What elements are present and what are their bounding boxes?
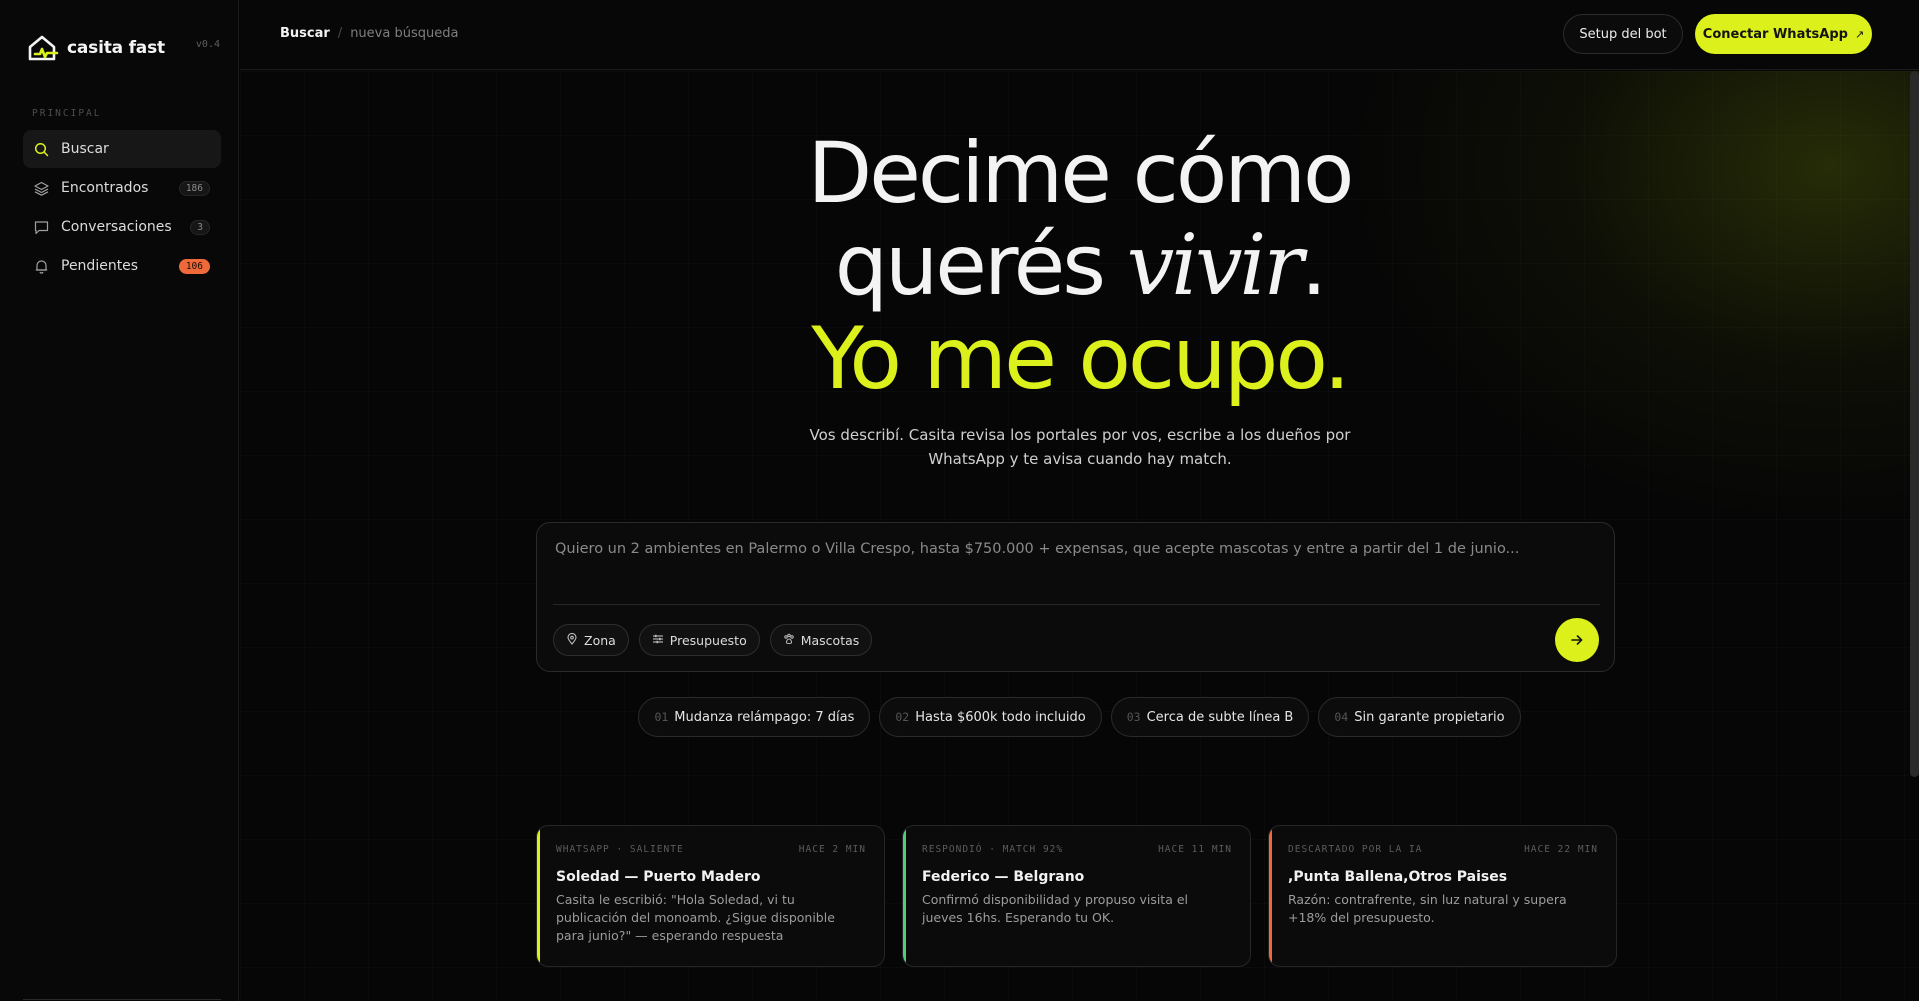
search-input[interactable]: Quiero un 2 ambientes en Palermo o Villa… [555, 541, 1595, 557]
card-meta: RESPONDIÓ · MATCH 92% HACE 11 MIN [922, 844, 1232, 855]
hero-period: . [1300, 216, 1328, 314]
search-composer: Quiero un 2 ambientes en Palermo o Villa… [536, 522, 1615, 672]
alert-count-badge: 106 [178, 258, 210, 274]
paw-icon [783, 633, 795, 648]
hero-italic-word: vivir [1126, 216, 1304, 314]
count-badge: 3 [190, 219, 210, 235]
chip-mascotas[interactable]: Mascotas [769, 624, 873, 656]
filter-chips: Zona Presupuesto Mascotas [553, 624, 873, 656]
sidebar-item-label: Pendientes [61, 258, 139, 274]
card-title: Federico — Belgrano [922, 869, 1085, 885]
sidebar-item-label: Conversaciones [61, 219, 172, 235]
sidebar-item-encontrados[interactable]: Encontrados 186 [23, 169, 221, 207]
suggestion-label: Hasta $600k todo incluido [915, 709, 1086, 725]
topbar: Buscar / nueva búsqueda Setup del bot Co… [240, 0, 1919, 70]
card-text: Casita le escribió: "Hola Soledad, vi tu… [556, 892, 835, 943]
suggestion-chip[interactable]: 01 Mudanza relámpago: 7 días [638, 697, 871, 737]
external-arrow-icon: ↗ [1854, 27, 1865, 41]
card-title: Soledad — Puerto Madero [556, 869, 761, 885]
suggestion-number: 03 [1126, 710, 1141, 724]
suggestion-chip[interactable]: 03 Cerca de subte línea B [1110, 697, 1310, 737]
breadcrumb-current[interactable]: Buscar [280, 26, 330, 41]
status-bar [903, 826, 906, 966]
hero-line-2-text: querés [834, 216, 1127, 314]
suggestion-chip[interactable]: 04 Sin garante propietario [1318, 697, 1521, 737]
activity-card[interactable]: WHATSAPP · SALIENTE HACE 2 MIN Soledad —… [536, 825, 885, 967]
chip-label: Mascotas [800, 632, 860, 648]
breadcrumb-separator: / [337, 26, 343, 41]
chat-icon [34, 220, 49, 235]
status-bar [537, 826, 540, 966]
suggestion-label: Mudanza relámpago: 7 días [674, 709, 855, 725]
suggestion-label: Sin garante propietario [1354, 709, 1505, 725]
chip-label: Presupuesto [669, 632, 747, 648]
house-logo-icon [28, 35, 59, 61]
activity-card[interactable]: RESPONDIÓ · MATCH 92% HACE 11 MIN Federi… [902, 825, 1251, 967]
activity-cards: WHATSAPP · SALIENTE HACE 2 MIN Soledad —… [536, 825, 1617, 967]
hero-line-2: querés vivir. [240, 219, 1919, 311]
suggestion-list: 01 Mudanza relámpago: 7 días 02 Hasta $6… [240, 697, 1919, 737]
sidebar-item-conversaciones[interactable]: Conversaciones 3 [23, 208, 221, 246]
sidebar: casita fast v0.4 PRINCIPAL Buscar Encont… [0, 0, 239, 1001]
connect-whatsapp-button[interactable]: Conectar WhatsApp ↗ [1695, 14, 1872, 54]
card-title: ,Punta Ballena,Otros Paises [1288, 869, 1508, 885]
pin-icon [566, 632, 578, 648]
hero-subtitle: Vos describí. Casita revisa los portales… [809, 426, 1351, 468]
card-time: HACE 22 MIN [1524, 844, 1598, 855]
card-status: WHATSAPP · SALIENTE [556, 844, 684, 855]
send-button[interactable] [1555, 618, 1599, 662]
hero-line-accent: Yo me ocupo. [811, 309, 1351, 409]
setup-bot-button[interactable]: Setup del bot [1563, 14, 1683, 54]
card-text: Confirmó disponibilidad y propuso visita… [922, 892, 1189, 925]
card-meta: DESCARTADO POR LA IA HACE 22 MIN [1288, 844, 1598, 855]
activity-card[interactable]: DESCARTADO POR LA IA HACE 22 MIN ,Punta … [1268, 825, 1617, 967]
arrow-right-icon [1571, 635, 1583, 645]
hero-line-1: Decime cómo [807, 124, 1355, 222]
sidebar-item-buscar[interactable]: Buscar [23, 130, 221, 168]
main-content: Decime cómo querés vivir. Yo me ocupo. V… [240, 71, 1919, 1001]
card-time: HACE 11 MIN [1158, 844, 1232, 855]
bell-icon [34, 259, 49, 274]
hero-heading: Decime cómo querés vivir. Yo me ocupo. [240, 127, 1919, 407]
version-label: v0.4 [195, 39, 220, 50]
suggestion-number: 01 [654, 710, 669, 724]
sidebar-item-label: Encontrados [61, 180, 149, 196]
status-bar [1269, 826, 1272, 966]
section-label: PRINCIPAL [32, 108, 102, 119]
layers-icon [34, 181, 49, 196]
brand-name: casita fast [67, 38, 165, 58]
card-time: HACE 2 MIN [798, 844, 866, 855]
chip-presupuesto[interactable]: Presupuesto [638, 624, 760, 656]
breadcrumb-sub: nueva búsqueda [350, 26, 459, 41]
brand[interactable]: casita fast [27, 33, 165, 63]
suggestion-number: 02 [895, 710, 910, 724]
sliders-icon [652, 633, 664, 648]
suggestion-number: 04 [1334, 710, 1349, 724]
sidebar-item-label: Buscar [61, 141, 109, 157]
suggestion-label: Cerca de subte línea B [1146, 709, 1294, 725]
chip-zona[interactable]: Zona [553, 624, 629, 656]
sidebar-divider [23, 999, 221, 1000]
card-status: DESCARTADO POR LA IA [1288, 844, 1423, 855]
count-badge: 186 [178, 180, 210, 196]
connect-whatsapp-label: Conectar WhatsApp [1702, 26, 1848, 42]
card-text: Razón: contrafrente, sin luz natural y s… [1288, 892, 1567, 925]
composer-divider [553, 604, 1600, 605]
sidebar-item-pendientes[interactable]: Pendientes 106 [23, 247, 221, 285]
suggestion-chip[interactable]: 02 Hasta $600k todo incluido [879, 697, 1102, 737]
chip-label: Zona [584, 632, 616, 648]
card-meta: WHATSAPP · SALIENTE HACE 2 MIN [556, 844, 866, 855]
search-icon [34, 142, 49, 157]
sidebar-nav: Buscar Encontrados 186 Conversaciones 3 … [23, 130, 221, 286]
card-status: RESPONDIÓ · MATCH 92% [922, 844, 1064, 855]
breadcrumb: Buscar / nueva búsqueda [280, 26, 458, 41]
